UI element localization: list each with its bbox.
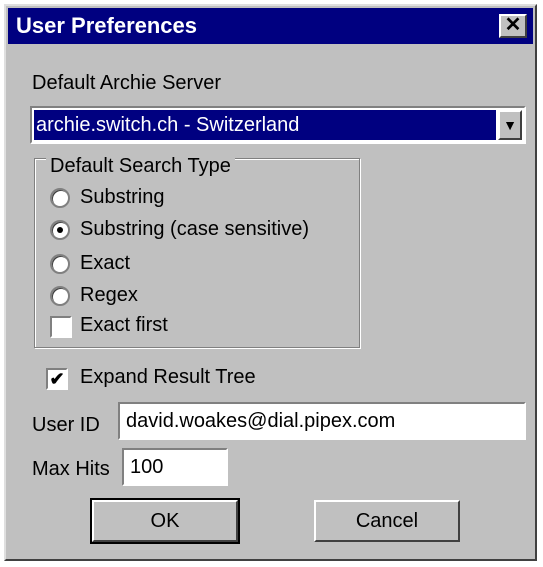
- search-type-group-label: Default Search Type: [46, 154, 235, 178]
- radio-substring-case-sensitive[interactable]: [50, 220, 70, 240]
- dropdown-arrow-button[interactable]: ▼: [498, 110, 522, 140]
- radio-substring-label[interactable]: Substring: [80, 186, 165, 209]
- cancel-button[interactable]: Cancel: [314, 500, 460, 542]
- radio-regex-label[interactable]: Regex: [80, 284, 138, 307]
- expand-result-tree-label[interactable]: Expand Result Tree: [80, 366, 256, 389]
- radio-substring[interactable]: [50, 188, 70, 208]
- ok-button[interactable]: OK: [90, 498, 240, 544]
- user-id-label: User ID: [32, 414, 100, 436]
- preferences-dialog: User Preferences ✕ Default Archie Server…: [4, 4, 537, 561]
- radio-exact[interactable]: [50, 254, 70, 274]
- archie-server-label: Default Archie Server: [32, 72, 221, 94]
- max-hits-input[interactable]: 100: [122, 448, 228, 486]
- checkmark-icon: ✔: [49, 369, 65, 389]
- radio-regex[interactable]: [50, 286, 70, 306]
- archie-server-dropdown[interactable]: archie.switch.ch - Switzerland ▼: [30, 106, 526, 144]
- max-hits-label: Max Hits: [32, 458, 110, 480]
- close-icon: ✕: [504, 14, 522, 36]
- close-button[interactable]: ✕: [499, 14, 527, 38]
- exact-first-checkbox[interactable]: [50, 316, 72, 338]
- exact-first-label[interactable]: Exact first: [80, 314, 168, 337]
- max-hits-value: 100: [130, 456, 164, 478]
- archie-server-selected: archie.switch.ch - Switzerland: [34, 110, 496, 140]
- radio-exact-label[interactable]: Exact: [80, 252, 130, 275]
- chevron-down-icon: ▼: [503, 117, 517, 133]
- expand-result-tree-checkbox[interactable]: ✔: [46, 368, 68, 390]
- radio-selected-dot: [57, 227, 63, 233]
- radio-substring-case-sensitive-label[interactable]: Substring (case sensitive): [80, 218, 309, 241]
- title-bar[interactable]: User Preferences ✕: [8, 8, 533, 44]
- dialog-title: User Preferences: [16, 13, 198, 38]
- user-id-input[interactable]: david.woakes@dial.pipex.com: [118, 402, 526, 440]
- user-id-value: david.woakes@dial.pipex.com: [126, 410, 396, 432]
